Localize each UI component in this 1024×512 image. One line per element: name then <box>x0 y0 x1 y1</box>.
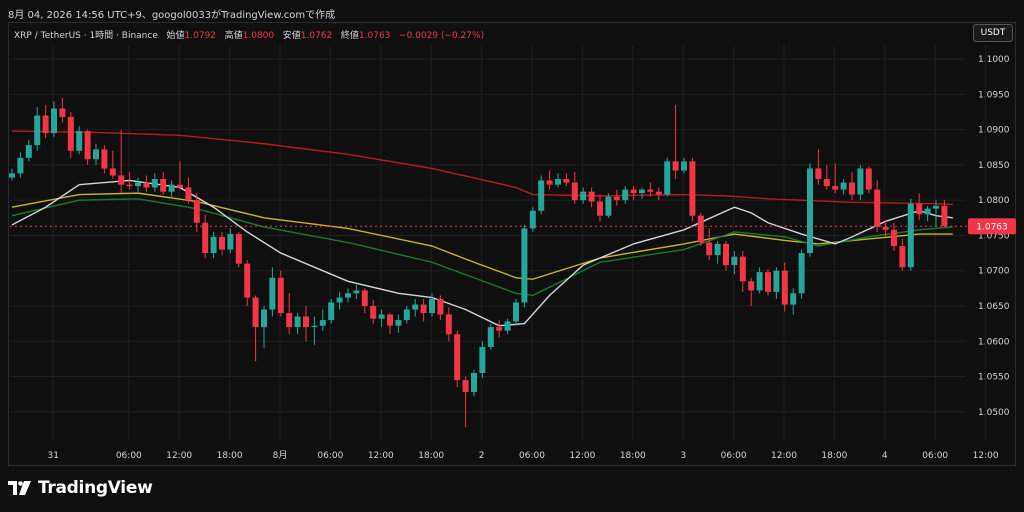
open-value: 1.0792 <box>184 31 217 41</box>
pair-label: XRP / TetherUS · 1時間 · Binance <box>14 31 158 41</box>
open-label: 始値 <box>166 31 185 41</box>
high-label: 高値 <box>224 31 243 41</box>
low-value: 1.0762 <box>300 31 333 41</box>
tradingview-logo-icon <box>8 481 31 495</box>
high-value: 1.0800 <box>242 31 275 41</box>
tradingview-logo[interactable]: TradingView <box>8 478 153 498</box>
app-root: 8月 04, 2026 14:56 UTC+9、googol0033がTradi… <box>0 0 1024 512</box>
close-label: 終値 <box>340 31 359 41</box>
symbol-legend: XRP / TetherUS · 1時間 · Binance 始値1.0792 … <box>14 28 484 41</box>
currency-button[interactable]: USDT <box>973 24 1013 42</box>
change-value: −0.0029 (−0.27%) <box>399 31 485 41</box>
close-value: 1.0763 <box>358 31 391 41</box>
chart-frame[interactable] <box>8 22 1016 466</box>
chart-caption: 8月 04, 2026 14:56 UTC+9、googol0033がTradi… <box>8 10 336 21</box>
brand-name: TradingView <box>38 478 153 498</box>
low-label: 安値 <box>282 31 301 41</box>
